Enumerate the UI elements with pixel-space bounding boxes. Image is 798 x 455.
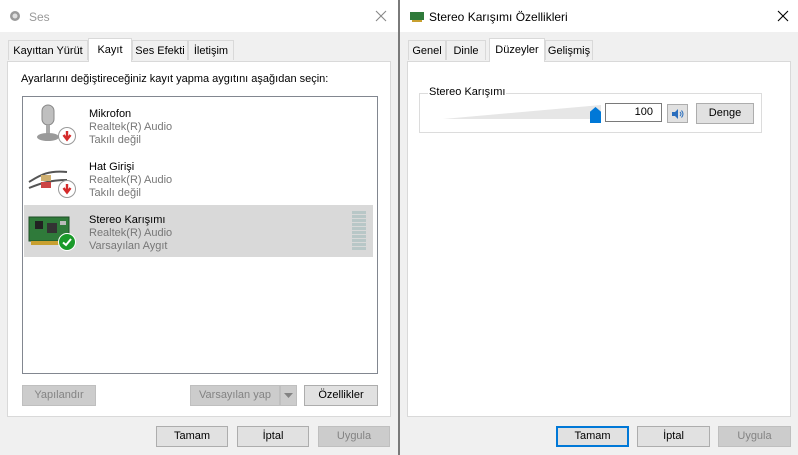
level-value-field[interactable]: 100 [605, 103, 662, 122]
tab-general[interactable]: Genel [408, 40, 446, 60]
tab-recording[interactable]: Kayıt [88, 38, 132, 62]
apply-button[interactable]: Uygula [318, 426, 390, 447]
levels-panel: Stereo Karışımı 100 Denge [407, 61, 791, 417]
tab-communications[interactable]: İletişim [188, 40, 234, 60]
ok-button[interactable]: Tamam [156, 426, 228, 447]
device-status: Varsayılan Aygıt [89, 240, 168, 252]
tab-listen[interactable]: Dinle [446, 40, 486, 60]
device-name: Stereo Karışımı [89, 214, 166, 226]
title-bar: Ses [0, 0, 398, 32]
tab-playback[interactable]: Kayıttan Yürüt [8, 40, 88, 60]
close-button[interactable] [760, 0, 798, 32]
configure-button[interactable]: Yapılandır [22, 385, 96, 406]
sound-window: Ses Kayıttan Yürüt Kayıt Ses Efekti İlet… [0, 0, 398, 455]
close-icon [375, 10, 387, 22]
level-slider[interactable] [443, 99, 601, 123]
chevron-down-icon [284, 393, 293, 398]
device-driver: Realtek(R) Audio [89, 174, 173, 186]
cancel-button[interactable]: İptal [637, 426, 710, 447]
device-driver: Realtek(R) Audio [89, 227, 173, 239]
device-status: Takılı değil [89, 134, 141, 146]
tab-advanced[interactable]: Gelişmiş [545, 40, 593, 60]
device-status: Takılı değil [89, 187, 141, 199]
slider-track [443, 105, 601, 119]
device-name: Hat Girişi [89, 161, 135, 173]
window-title: Ses [29, 10, 50, 24]
title-bar: Stereo Karışımı Özellikleri [400, 0, 798, 32]
ok-button[interactable]: Tamam [556, 426, 629, 447]
group-label: Stereo Karışımı [428, 86, 507, 98]
level-meter [352, 211, 366, 251]
device-item-stereo-mix[interactable]: Stereo Karışımı Realtek(R) Audio Varsayı… [24, 205, 373, 257]
recording-panel: Ayarlarını değiştireceğiniz kayıt yapma … [7, 61, 391, 417]
device-driver: Realtek(R) Audio [89, 121, 173, 133]
window-title: Stereo Karışımı Özellikleri [429, 10, 568, 24]
speaker-icon [671, 108, 683, 119]
apply-button[interactable]: Uygula [718, 426, 791, 447]
tab-levels[interactable]: Düzeyler [489, 38, 545, 62]
level-group: Stereo Karışımı 100 Denge [419, 86, 762, 133]
unplugged-badge-icon [58, 127, 76, 145]
default-device-check-icon [58, 233, 76, 251]
unplugged-badge-icon [58, 180, 76, 198]
close-icon [777, 10, 789, 22]
properties-button[interactable]: Özellikler [304, 385, 378, 406]
device-item-line-in[interactable]: Hat Girişi Realtek(R) Audio Takılı değil [24, 152, 373, 204]
speaker-icon [9, 10, 21, 25]
balance-button[interactable]: Denge [696, 103, 754, 124]
mute-button[interactable] [667, 104, 688, 123]
properties-window: Stereo Karışımı Özellikleri Genel Dinle … [400, 0, 798, 455]
tab-sounds[interactable]: Ses Efekti [132, 40, 188, 60]
device-list[interactable]: Mikrofon Realtek(R) Audio Takılı değil H… [22, 96, 378, 374]
cancel-button[interactable]: İptal [237, 426, 309, 447]
instruction-text: Ayarlarını değiştireceğiniz kayıt yapma … [21, 73, 329, 85]
device-name: Mikrofon [89, 108, 132, 120]
set-default-dropdown[interactable] [280, 385, 297, 406]
sound-card-icon [410, 11, 424, 25]
set-default-button[interactable]: Varsayılan yap [190, 385, 280, 406]
device-item-microphone[interactable]: Mikrofon Realtek(R) Audio Takılı değil [24, 99, 373, 151]
